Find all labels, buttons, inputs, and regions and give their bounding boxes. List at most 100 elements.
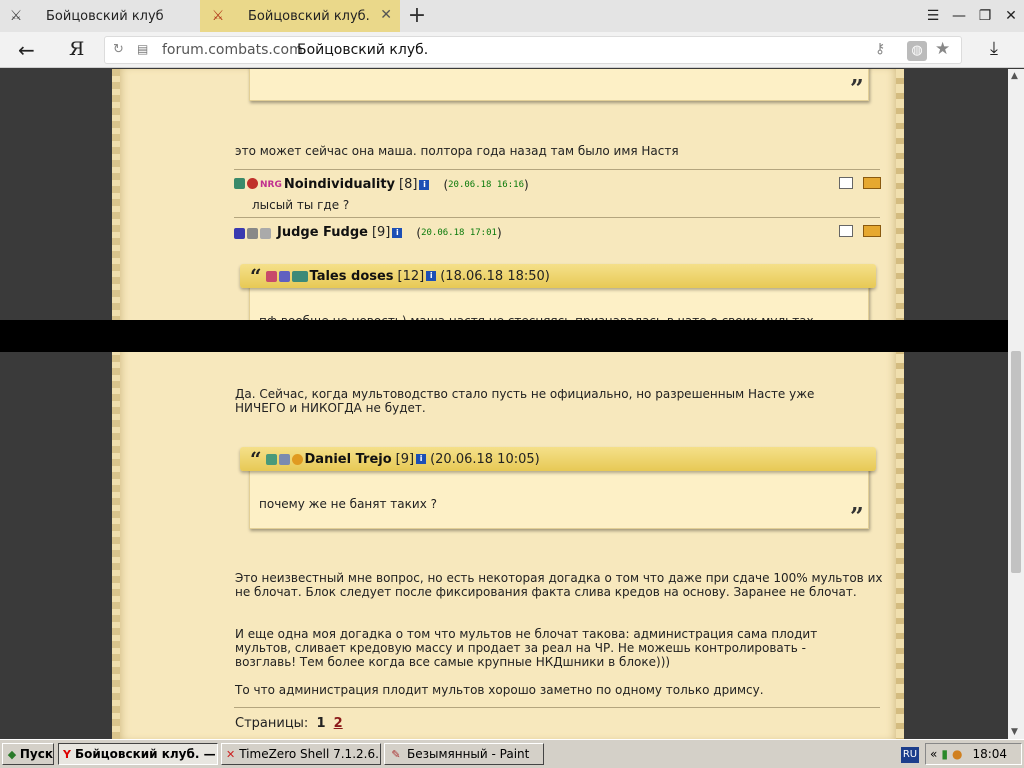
post-date: 20.06.18 17:01 <box>421 228 497 238</box>
tray-expand-icon[interactable]: « <box>930 747 937 761</box>
menu-icon[interactable]: ☰ <box>920 0 946 32</box>
parchment-background: ” это может сейчас она маша. полтора год… <box>112 69 904 739</box>
parchment-edge-right <box>896 69 904 739</box>
timezero-icon: ✕ <box>226 747 236 761</box>
date-close: ) <box>496 226 502 240</box>
fighter-icon: ⚔ <box>211 8 225 24</box>
system-tray: « ▮ ● 18:04 <box>925 743 1022 765</box>
clan-icon <box>234 178 245 189</box>
globe-icon[interactable]: ◍ <box>907 41 927 61</box>
bookmark-star-icon[interactable]: ★ <box>935 39 950 59</box>
cross-icon <box>247 227 258 239</box>
quote-date: (18.06.18 18:50) <box>440 268 550 284</box>
paint-icon: ✎ <box>391 747 401 761</box>
separator <box>234 707 880 708</box>
taskbar-item-timezero[interactable]: ✕ TimeZero Shell 7.1.2.6. ... <box>221 743 381 765</box>
url-field[interactable]: ↻ ▤ forum.combats.com Бойцовский клуб. ⚷… <box>104 36 962 64</box>
scrollbar[interactable]: ▲ ▼ <box>1008 69 1024 739</box>
scrollbar-thumb[interactable] <box>1011 351 1021 573</box>
quote-text: почему же не банят таких ? <box>259 497 437 511</box>
rank-icon <box>291 270 308 282</box>
parchment-edge-left <box>112 69 120 739</box>
pages-label: Страницы: <box>235 716 309 731</box>
open-quote-icon: “ <box>250 264 262 288</box>
quote-level: [12] <box>397 268 425 284</box>
language-indicator[interactable]: RU <box>901 747 919 763</box>
info-icon[interactable]: i <box>392 228 403 238</box>
cross-icon <box>278 453 290 465</box>
post-text: И еще одна моя догадка о том что мультов… <box>235 627 818 669</box>
quote-button[interactable] <box>839 177 853 189</box>
network-icon[interactable]: ▮ <box>941 747 948 761</box>
clan-icon <box>234 227 245 239</box>
maximize-button[interactable]: ❐ <box>972 0 998 32</box>
quote-header: “ Daniel Trejo [9] i (20.06.18 10:05) <box>240 447 876 471</box>
post-author[interactable]: Noindividuality <box>284 178 395 192</box>
key-icon[interactable]: ⚷ <box>875 41 885 57</box>
pagination: Страницы: 1 2 <box>235 717 343 731</box>
swords-icon: ⚔ <box>9 8 23 24</box>
reply-button[interactable] <box>863 177 881 189</box>
separator <box>234 169 880 170</box>
quote-header: “ Tales doses [12] i (18.06.18 18:50) <box>240 264 876 288</box>
tab-title: Бойцовский клуб. <box>248 8 370 24</box>
close-window-button[interactable]: ✕ <box>998 0 1024 32</box>
taskbar-item-paint[interactable]: ✎ Безымянный - Paint <box>384 743 544 765</box>
clan-icon <box>265 453 277 465</box>
user-badges <box>265 270 308 282</box>
align-icon <box>278 270 290 282</box>
reply-button[interactable] <box>863 225 881 237</box>
info-icon[interactable]: i <box>416 454 427 464</box>
quote-date: (20.06.18 10:05) <box>430 451 540 467</box>
clock[interactable]: 18:04 <box>972 747 1007 761</box>
post-actions <box>839 177 881 189</box>
clan-icon <box>265 270 277 282</box>
close-quote-icon: ” <box>850 502 864 531</box>
post-header: NRG Noindividuality [8] i ( 20.06.18 16:… <box>234 178 529 192</box>
scroll-down-arrow-icon[interactable]: ▼ <box>1011 727 1018 737</box>
download-icon[interactable]: ⤓ <box>990 38 998 59</box>
yandex-logo[interactable]: Я <box>69 38 84 60</box>
quote-box-top: ” <box>249 69 869 103</box>
scroll-up-arrow-icon[interactable]: ▲ <box>1011 71 1018 81</box>
page-link-current: 1 <box>316 716 326 731</box>
tab-inactive[interactable]: ⚔ Бойцовский клуб <box>0 0 200 32</box>
open-quote-icon: “ <box>250 447 262 471</box>
start-button[interactable]: ◆ Пуск <box>2 743 54 765</box>
page-icon: ▤ <box>137 42 149 56</box>
url-domain: forum.combats.com <box>162 42 303 58</box>
post-text: это может сейчас она маша. полтора года … <box>235 144 679 158</box>
post-date: 20.06.18 16:16 <box>448 180 524 190</box>
taskbar-item-browser[interactable]: Y Бойцовский клуб. — ... <box>58 743 218 765</box>
post-text: То что администрация плодит мультов хоро… <box>235 683 764 697</box>
page-link[interactable]: 2 <box>334 716 343 731</box>
user-badges <box>234 227 271 239</box>
quote-author[interactable]: Tales doses <box>310 269 394 284</box>
post-level: [8] <box>399 177 418 192</box>
close-quote-icon: ” <box>850 74 864 103</box>
info-icon[interactable]: i <box>426 271 437 281</box>
redaction-bar <box>0 320 1024 352</box>
taskbar-item-label: Бойцовский клуб. — ... <box>74 747 218 761</box>
page-viewport: ” это может сейчас она маша. полтора год… <box>0 69 1008 739</box>
align-icon <box>247 178 258 189</box>
new-tab-button[interactable]: + <box>406 3 428 28</box>
taskbar-item-label: TimeZero Shell 7.1.2.6. ... <box>239 747 381 761</box>
post-author[interactable]: Judge Fudge <box>277 226 368 240</box>
quote-author[interactable]: Daniel Trejo <box>305 452 392 467</box>
user-badges <box>265 453 303 465</box>
antivirus-icon[interactable]: ● <box>952 747 962 761</box>
minimize-button[interactable]: — <box>946 0 972 32</box>
tab-bar: ⚔ Бойцовский клуб ⚔ Бойцовский клуб. ✕ +… <box>0 0 1024 32</box>
yandex-browser-icon: Y <box>63 747 71 761</box>
reload-icon[interactable]: ↻ <box>113 42 124 57</box>
taskbar-item-label: Безымянный - Paint <box>407 747 530 761</box>
start-label: Пуск <box>19 747 53 761</box>
info-icon[interactable]: i <box>419 180 430 190</box>
user-badges: NRG <box>234 178 282 192</box>
quote-button[interactable] <box>839 225 853 237</box>
post-actions <box>839 225 881 237</box>
back-arrow-icon[interactable]: ← <box>18 38 35 62</box>
close-tab-icon[interactable]: ✕ <box>380 7 392 23</box>
tab-active[interactable]: ⚔ Бойцовский клуб. ✕ <box>200 0 400 32</box>
